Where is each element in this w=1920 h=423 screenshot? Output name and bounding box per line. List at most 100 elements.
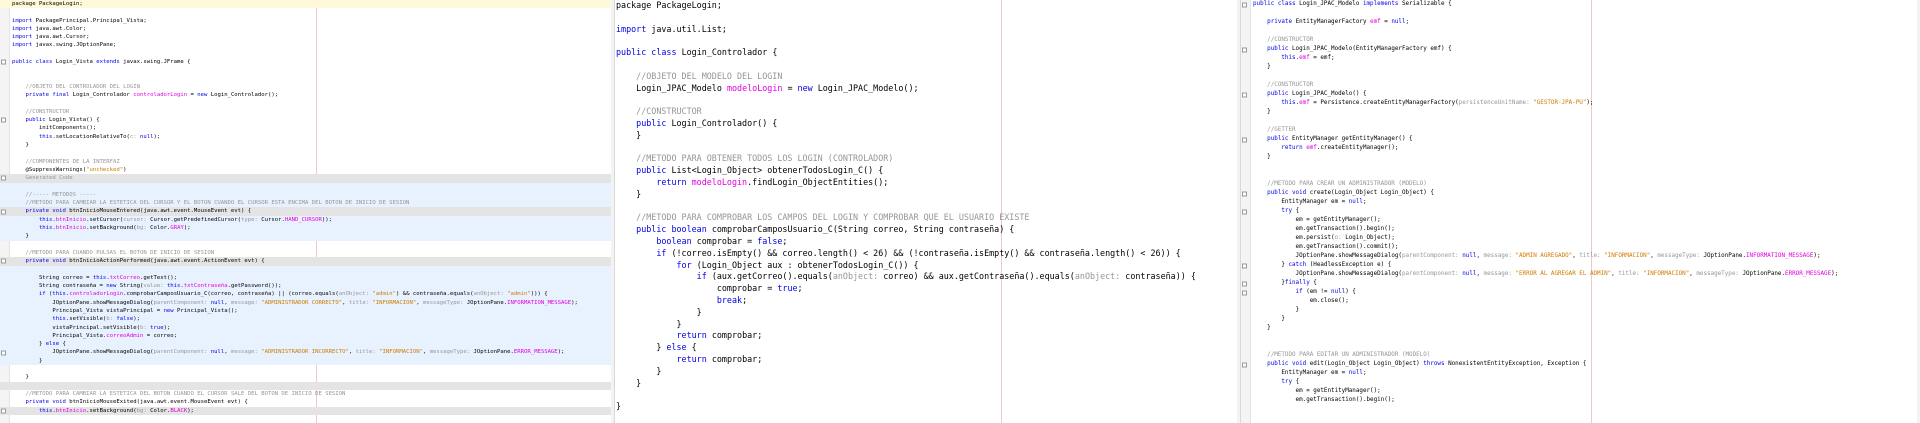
code-line[interactable]: } (1241, 153, 1920, 162)
editor-pane-login-vista[interactable]: package PackageLogin; import PackagePrinc… (0, 0, 615, 423)
code-area[interactable]: package PackageLogin; import PackagePrinc… (0, 0, 614, 415)
code-line[interactable]: //CONSTRUCTOR (1241, 36, 1920, 45)
code-line[interactable]: } (615, 307, 1240, 319)
code-line[interactable]: EntityManager em = null; (1241, 198, 1920, 207)
code-line[interactable]: JOptionPane.showMessageDialog(parentComp… (0, 348, 614, 357)
code-line[interactable]: //METODO PARA CAMBIAR LA ESTETICA DEL BO… (0, 390, 614, 398)
editor-pane-login-controlador[interactable]: package PackageLogin; import java.util.Li… (615, 0, 1241, 423)
fold-toggle-icon[interactable] (1242, 362, 1247, 367)
code-line[interactable]: String correo = this.txtCorreo.getText()… (0, 273, 614, 283)
code-line[interactable]: public Login_JPAC_Modelo() { (1241, 90, 1920, 99)
code-line[interactable]: try { (1241, 378, 1920, 387)
code-line[interactable] (0, 182, 614, 191)
code-line[interactable]: //OBJETO DEL CONTROLADOR DEL LOGIN (0, 83, 614, 91)
code-line[interactable]: this.btnInicio.setCursor(cursor: Cursor.… (0, 215, 614, 225)
code-line[interactable]: JOptionPane.showMessageDialog(parentComp… (1241, 270, 1920, 279)
code-line[interactable] (0, 50, 614, 58)
code-line[interactable]: if (this.controladorLogin.comprobarCampo… (0, 290, 614, 299)
code-line[interactable]: return modeloLogin.findLogin_ObjectEntit… (615, 177, 1240, 189)
code-line[interactable]: if (aux.getCorreo().equals(anObject: cor… (615, 271, 1240, 283)
code-line[interactable]: public Login_Vista() { (0, 116, 614, 124)
code-area[interactable]: package PackageLogin; import java.util.Li… (615, 0, 1240, 413)
code-line[interactable]: public EntityManager getEntityManager() … (1241, 135, 1920, 144)
code-line[interactable]: } (1241, 306, 1920, 315)
code-line[interactable]: } (615, 130, 1240, 142)
code-line[interactable] (615, 201, 1240, 213)
code-line[interactable]: } (0, 141, 614, 149)
code-line[interactable]: em = getEntityManager(); (1241, 216, 1920, 225)
code-line[interactable]: Login_JPAC_Modelo modeloLogin = new Logi… (615, 83, 1240, 95)
code-line[interactable]: } (1241, 63, 1920, 72)
code-line[interactable]: public boolean comprobarCamposUsuario_C(… (615, 224, 1240, 236)
code-line[interactable]: Principal_Vista.correoAdmin = correo; (0, 331, 614, 341)
code-line[interactable]: //COMPONENTES DE LA INTERFAZ (0, 158, 614, 166)
editor-pane-login-jpac-modelo[interactable]: public class Login_JPAC_Modelo implement… (1241, 0, 1920, 423)
code-line[interactable]: } (1241, 324, 1920, 333)
code-line[interactable]: if (!correo.isEmpty() && correo.length()… (615, 248, 1240, 260)
code-line[interactable]: em.close(); (1241, 297, 1920, 306)
code-line[interactable] (615, 94, 1240, 106)
fold-toggle-icon[interactable] (1242, 281, 1247, 286)
code-line[interactable] (1241, 342, 1920, 351)
fold-toggle-icon[interactable] (1242, 2, 1247, 7)
fold-toggle-icon[interactable] (1242, 191, 1247, 196)
code-line[interactable]: Principal_Vista vistaPrincipal = new Pri… (0, 306, 614, 316)
code-area[interactable]: public class Login_JPAC_Modelo implement… (1241, 0, 1920, 405)
code-line[interactable] (0, 8, 614, 16)
code-line[interactable] (615, 142, 1240, 154)
code-line[interactable]: return comprobar; (615, 354, 1240, 366)
code-line[interactable] (1241, 162, 1920, 171)
code-line[interactable]: //CONSTRUCTOR (0, 108, 614, 116)
code-line[interactable] (1241, 333, 1920, 342)
code-line[interactable]: if (em != null) { (1241, 288, 1920, 297)
fold-toggle-icon[interactable] (1, 209, 6, 215)
code-line[interactable]: this.btnInicio.setBackground(bg: Color.G… (0, 224, 614, 233)
code-line[interactable]: em.persist(o: Login_Object); (1241, 234, 1920, 243)
code-line[interactable]: package PackageLogin; (615, 0, 1240, 12)
fold-toggle-icon[interactable] (1242, 263, 1247, 268)
code-line[interactable]: //OBJETO DEL MODELO DEL LOGIN (615, 71, 1240, 83)
code-line[interactable] (1241, 117, 1920, 126)
fold-toggle-icon[interactable] (1242, 92, 1247, 97)
code-line[interactable]: import java.util.List; (615, 24, 1240, 36)
code-line[interactable]: } else { (0, 340, 614, 349)
vertical-scrollbar[interactable] (611, 0, 614, 423)
fold-toggle-icon[interactable] (1, 350, 6, 356)
code-line[interactable]: this.setVisible(b: false); (0, 315, 614, 324)
code-line[interactable]: this.emf = Persistence.createEntityManag… (1241, 99, 1920, 108)
code-line[interactable]: } (615, 401, 1240, 413)
code-line[interactable]: private void btnInicioMouseExited(java.a… (0, 398, 614, 406)
code-line[interactable]: } (1241, 315, 1920, 324)
code-line[interactable]: @SuppressWarnings("unchecked") (0, 166, 614, 174)
code-line[interactable]: }finally { (1241, 279, 1920, 288)
code-line[interactable]: } (1241, 108, 1920, 117)
fold-toggle-icon[interactable] (1242, 47, 1247, 52)
fold-toggle-icon[interactable] (1242, 290, 1247, 295)
code-line[interactable]: //METODO PARA CUANDO PULSAS EL BOTON DE … (0, 249, 614, 257)
code-line[interactable]: } (615, 189, 1240, 201)
code-line[interactable]: private EntityManagerFactory emf = null; (1241, 18, 1920, 27)
code-line[interactable]: this.btnInicio.setBackground(bg: Color.B… (0, 406, 614, 415)
code-line[interactable]: //METODO PARA COMPROBAR LOS CAMPOS DEL L… (615, 212, 1240, 224)
code-line[interactable]: import java.awt.Cursor; (0, 33, 614, 41)
code-line[interactable] (615, 389, 1240, 401)
code-line[interactable] (0, 66, 614, 74)
fold-toggle-icon[interactable] (1242, 137, 1247, 142)
code-line[interactable]: String contraseña = new String(value: th… (0, 282, 614, 291)
code-line[interactable]: vistaPrincipal.setVisible(b: true); (0, 323, 614, 332)
code-line[interactable]: } (615, 319, 1240, 331)
code-line[interactable]: public Login_JPAC_Modelo(EntityManagerFa… (1241, 45, 1920, 54)
code-line[interactable] (0, 100, 614, 108)
code-line[interactable]: public class Login_JPAC_Modelo implement… (1241, 0, 1920, 9)
code-line[interactable]: this.emf = emf; (1241, 54, 1920, 63)
code-line[interactable] (0, 75, 614, 83)
code-line[interactable] (1241, 72, 1920, 81)
code-line[interactable]: //GETTER (1241, 126, 1920, 135)
code-line[interactable]: //METODO PARA CAMBIAR LA ESTETICA DEL CU… (0, 199, 614, 208)
code-line[interactable]: JOptionPane.showMessageDialog(parentComp… (1241, 252, 1920, 261)
code-line[interactable]: //CONSTRUCTOR (1241, 81, 1920, 90)
code-line[interactable]: public void create(Login_Object Login_Ob… (1241, 189, 1920, 198)
code-line[interactable]: this.setLocationRelativeTo(c: null); (0, 133, 614, 141)
code-line[interactable] (0, 381, 614, 390)
code-line[interactable]: } else { (615, 342, 1240, 354)
